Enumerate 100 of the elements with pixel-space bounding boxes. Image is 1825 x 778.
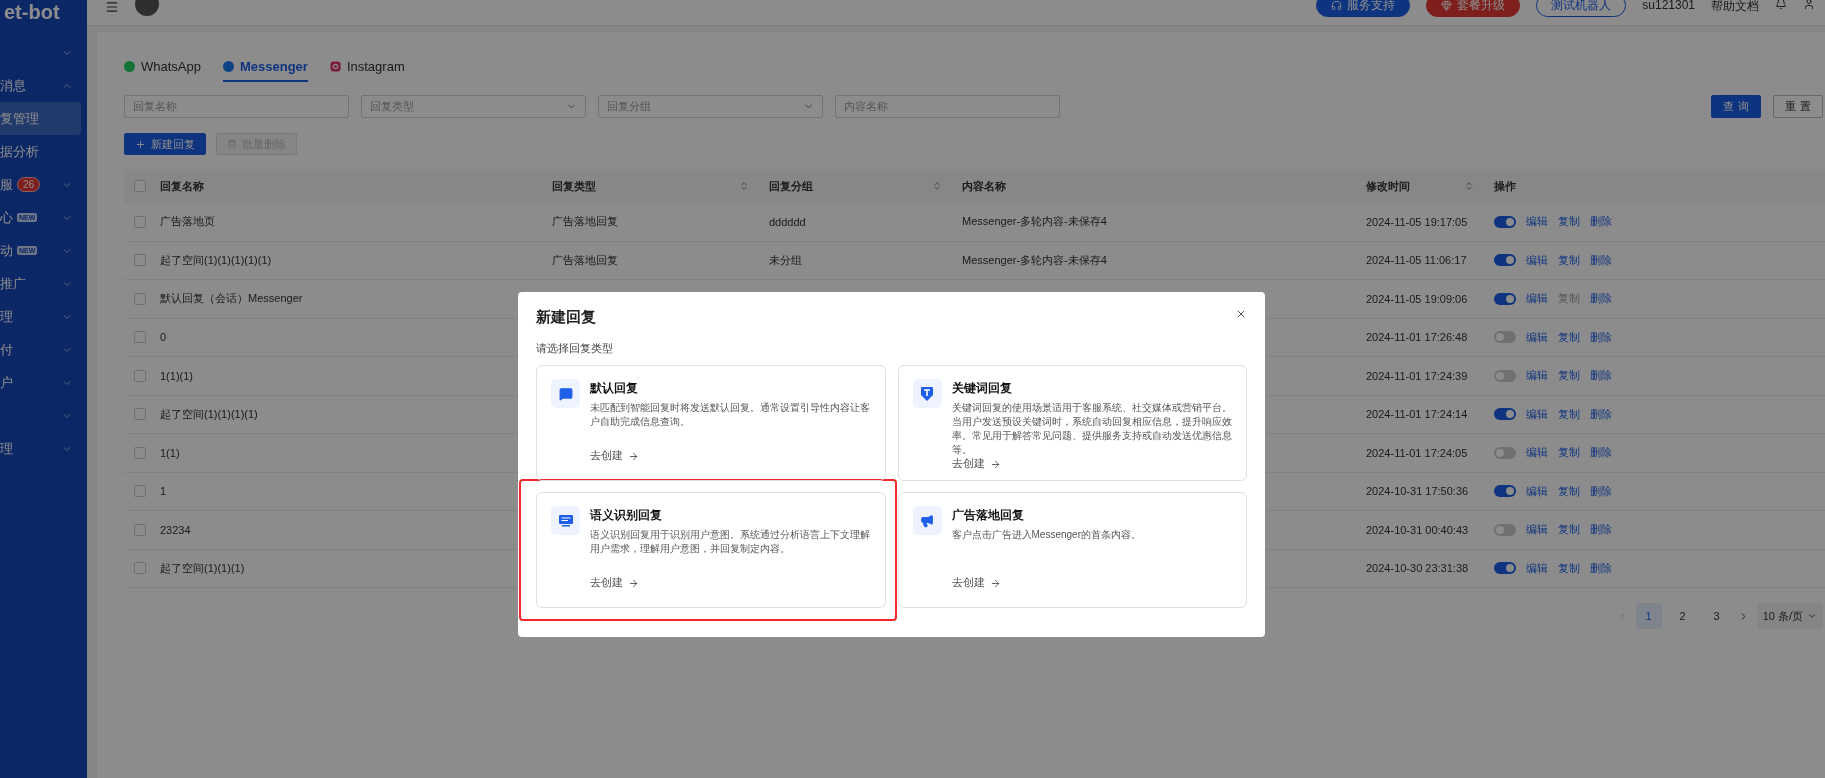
toggle-switch[interactable] (1494, 215, 1516, 228)
row-action-link[interactable]: 删除 (1590, 368, 1612, 384)
row-action-link[interactable]: 删除 (1590, 329, 1612, 345)
row-action-link[interactable]: 删除 (1590, 445, 1612, 461)
channel-tab[interactable]: WhatsApp (124, 52, 201, 82)
sort-icon[interactable] (739, 181, 749, 191)
row-action-link[interactable]: 删除 (1590, 252, 1612, 268)
arrow-right-icon (628, 577, 639, 589)
row-action-link[interactable]: 删除 (1590, 522, 1612, 538)
reset-button[interactable]: 重 置 (1773, 95, 1823, 118)
checkbox[interactable] (134, 562, 146, 575)
row-action-link[interactable]: 删除 (1590, 483, 1612, 499)
toggle-switch[interactable] (1494, 562, 1516, 575)
sidebar-label: 理 (0, 439, 13, 458)
reply-type-card[interactable]: 广告落地回复 客户点击广告进入Messenger的首条内容。 去创建 (897, 492, 1247, 608)
row-action-link[interactable]: 编辑 (1526, 291, 1548, 307)
toggle-switch[interactable] (1494, 331, 1516, 344)
sidebar-item[interactable]: 户 (0, 366, 81, 399)
column-header: 内容名称 (962, 178, 1006, 194)
table-cell: 起了空间(1)(1)(1) (160, 561, 245, 574)
toggle-switch[interactable] (1494, 523, 1516, 536)
row-action-link[interactable]: 编辑 (1526, 522, 1548, 538)
sidebar-item[interactable]: 付 (0, 333, 81, 366)
menu-icon[interactable] (105, 0, 119, 14)
reply-type-card[interactable]: 语义识别回复 语义识别回复用于识别用户意图。系统通过分析语言上下文理解用户需求，理解用户意图，并回复制定内容。 去创建 (536, 492, 886, 608)
username[interactable]: su121301 (1642, 0, 1695, 12)
row-action-link[interactable]: 编辑 (1526, 214, 1548, 230)
table-cell: 2024-10-30 23:31:38 (1366, 562, 1469, 575)
row-action-link[interactable]: 复制 (1558, 214, 1580, 230)
row-action-link[interactable]: 删除 (1590, 291, 1612, 307)
checkbox[interactable] (134, 408, 146, 421)
toggle-switch[interactable] (1494, 485, 1516, 498)
toggle-switch[interactable] (1494, 369, 1516, 382)
row-action-link[interactable]: 删除 (1590, 214, 1612, 230)
sort-icon[interactable] (932, 181, 942, 191)
toggle-switch[interactable] (1494, 292, 1516, 305)
table-cell: 2024-11-01 17:24:39 (1366, 369, 1468, 382)
create-button[interactable]: 新建回复 (124, 133, 206, 155)
arrow-right-icon (989, 458, 1001, 470)
sidebar-item[interactable]: 推广 (0, 267, 81, 300)
row-action-link[interactable]: 复制 (1558, 406, 1580, 422)
row-action-link[interactable]: 编辑 (1526, 252, 1548, 268)
help-link[interactable]: 帮助文档 (1711, 0, 1759, 15)
search-button[interactable]: 查 询 (1711, 95, 1761, 118)
create-link[interactable]: 去创建 (951, 576, 1001, 590)
bell-icon[interactable] (1775, 0, 1787, 10)
row-action-link[interactable]: 复制 (1558, 445, 1580, 461)
row-action-link[interactable]: 编辑 (1526, 483, 1548, 499)
sidebar-item[interactable]: 理 (0, 300, 81, 333)
sidebar-subitem[interactable]: 据分析 (0, 135, 81, 168)
row-action-link[interactable]: 编辑 (1526, 406, 1548, 422)
table-cell: 2024-11-05 19:09:06 (1366, 292, 1468, 305)
sidebar-item[interactable]: 理 (0, 432, 81, 465)
toggle-switch[interactable] (1494, 254, 1516, 267)
toggle-switch[interactable] (1494, 446, 1516, 459)
create-link[interactable]: 去创建 (590, 576, 639, 590)
sidebar-item[interactable]: 消息 (0, 69, 81, 102)
checkbox[interactable] (134, 369, 146, 382)
reply-type-card[interactable]: 关键词回复 关键词回复的使用场景适用于客服系统、社交媒体或营销平台。当用户发送预设关键词时，系统自动回复相应信息，提升响应效率。常见用于解答常见问题、提供服务支持或自动发送优惠信息等。 去创建 (897, 365, 1247, 481)
row-action-link[interactable]: 复制 (1558, 522, 1580, 538)
sidebar-label: 服 (0, 175, 13, 194)
row-action-link[interactable]: 编辑 (1526, 329, 1548, 345)
row-action-link[interactable]: 编辑 (1526, 560, 1548, 576)
checkbox[interactable] (134, 331, 146, 344)
close-button[interactable] (1235, 308, 1247, 320)
sort-icon[interactable] (1464, 181, 1474, 191)
card-description: 关键词回复的使用场景适用于客服系统、社交媒体或营销平台。当用户发送预设关键词时，系统自动回复相应信息，提升响应效率。常见用于解答常见问题、提供服务支持或自动发送优惠信息等。 (951, 401, 1233, 457)
row-action-link[interactable]: 复制 (1558, 483, 1580, 499)
sidebar-item[interactable]: 服 26 (0, 168, 81, 201)
page-size-select[interactable]: 10 条/页 (1756, 603, 1823, 629)
row-action-link[interactable]: 复制 (1558, 560, 1580, 576)
checkbox[interactable] (134, 254, 146, 267)
checkbox[interactable] (134, 215, 146, 228)
plus-icon (135, 138, 146, 150)
row-action-link[interactable]: 编辑 (1526, 445, 1548, 461)
create-link[interactable]: 去创建 (951, 457, 1001, 471)
checkbox[interactable] (134, 292, 146, 305)
row-action-link[interactable]: 删除 (1590, 560, 1612, 576)
row-action-link[interactable]: 编辑 (1526, 368, 1548, 384)
page-button[interactable]: 1 (1635, 603, 1662, 629)
caret-icon (1807, 611, 1817, 621)
user-icon[interactable] (1803, 0, 1815, 10)
channel-tab[interactable]: Messenger (223, 52, 308, 82)
toggle-switch[interactable] (1494, 408, 1516, 421)
checkbox[interactable] (134, 446, 146, 459)
page-button[interactable]: 2 (1669, 603, 1696, 629)
channel-tab[interactable]: Instagram (329, 52, 405, 82)
table-cell: 1(1)(1) (160, 369, 193, 382)
row-action-link[interactable]: 复制 (1558, 368, 1580, 384)
checkbox[interactable] (134, 485, 146, 498)
count-badge: 26 (17, 177, 41, 192)
page-button[interactable]: 3 (1703, 603, 1730, 629)
checkbox[interactable] (134, 523, 146, 536)
row-action-link[interactable]: 删除 (1590, 406, 1612, 422)
create-link[interactable]: 去创建 (590, 449, 639, 463)
reply-type-card[interactable]: 默认回复 未匹配到智能回复时将发送默认回复。通常设置引导性内容让客户自助完成信息查询。 去创建 (536, 365, 886, 481)
checkbox[interactable] (134, 180, 146, 192)
row-action-link[interactable]: 复制 (1558, 252, 1580, 268)
header-button[interactable]: 服务支持 (1316, 0, 1411, 17)
row-action-link[interactable]: 复制 (1558, 329, 1580, 345)
